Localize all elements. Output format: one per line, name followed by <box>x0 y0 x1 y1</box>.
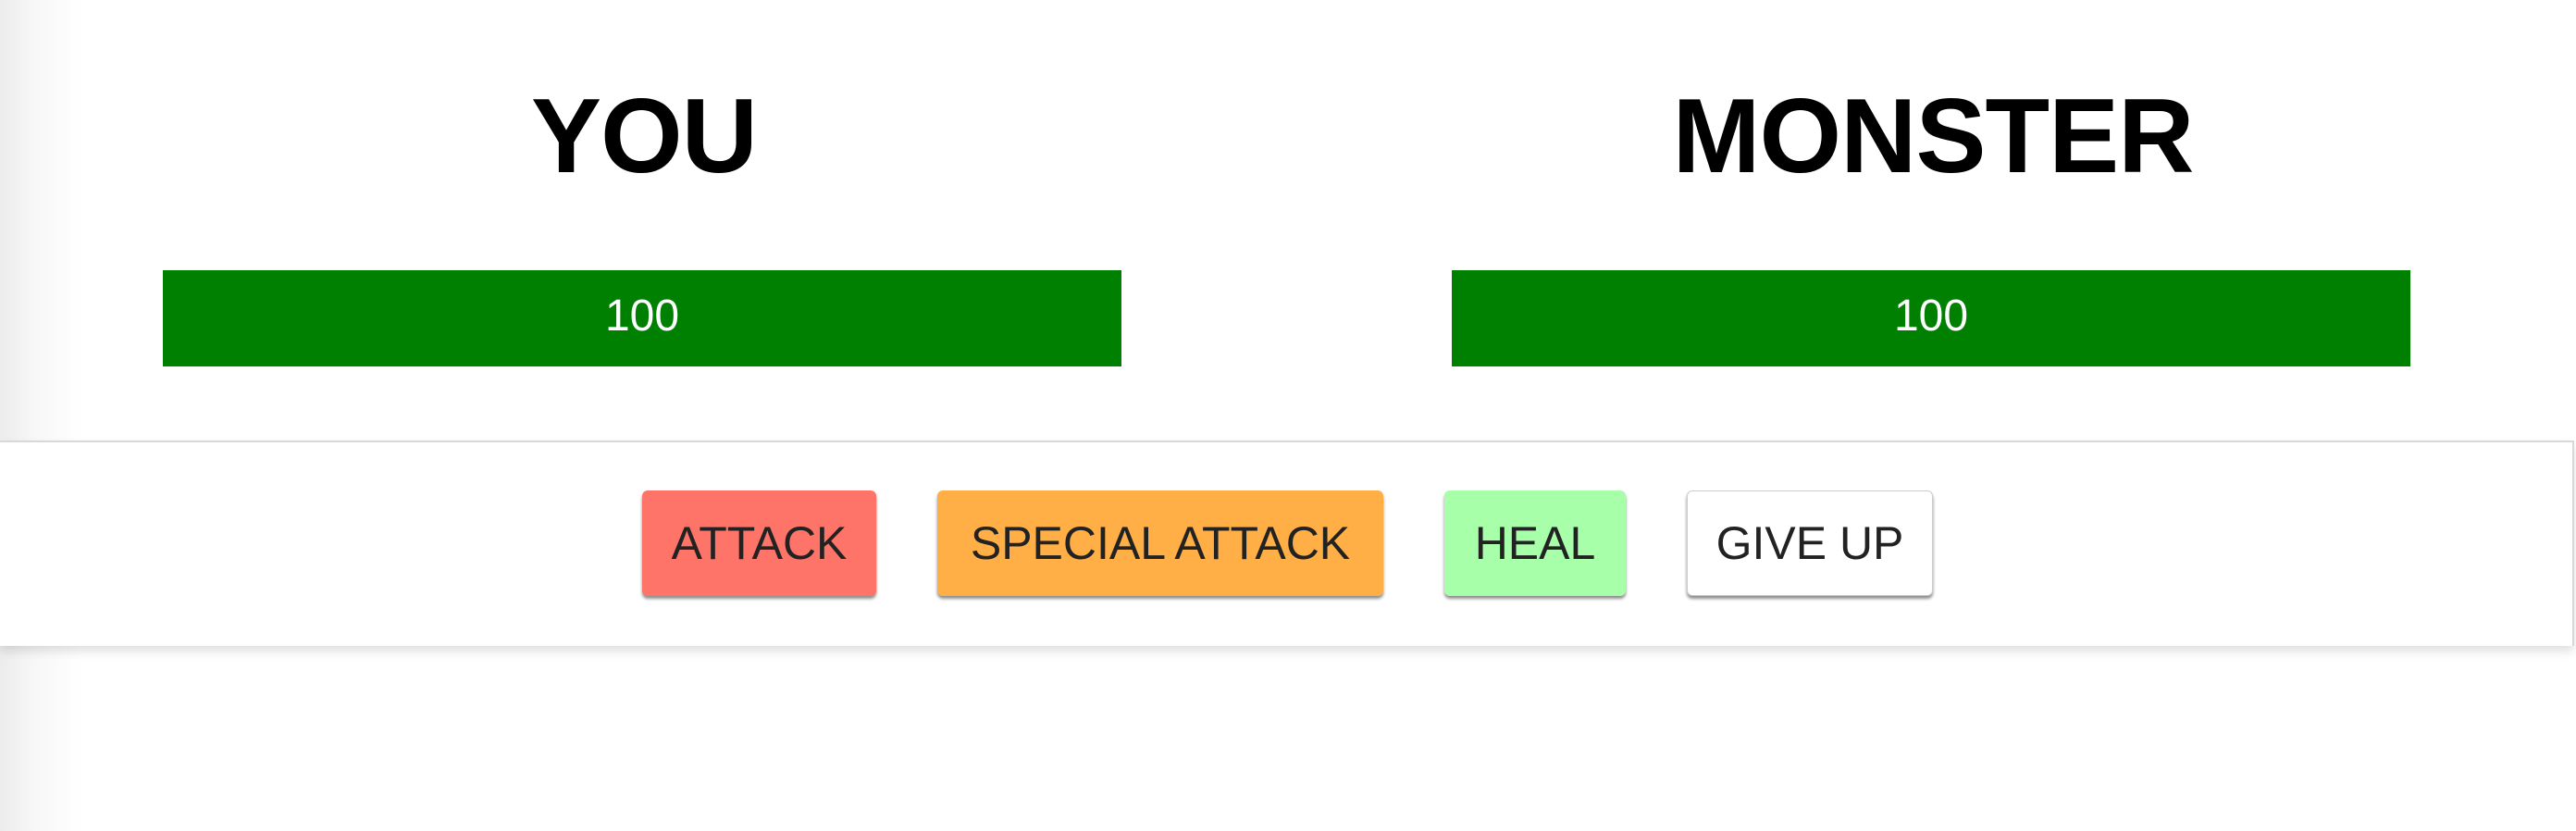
monster-title: MONSTER <box>1672 78 2195 195</box>
player-healthbar-fill: 100 <box>163 270 1121 366</box>
monster-healthbar: 100 <box>1452 270 2410 366</box>
player-title: YOU <box>530 78 758 195</box>
monster-health-value: 100 <box>1893 291 1969 341</box>
give-up-button[interactable]: GIVE UP <box>1687 490 1933 596</box>
special-attack-button[interactable]: SPECIAL ATTACK <box>937 490 1383 596</box>
controls-panel: ATTACK SPECIAL ATTACK HEAL GIVE UP <box>0 440 2574 646</box>
player-healthbar: 100 <box>163 270 1121 366</box>
monster-healthbar-fill: 100 <box>1452 270 2410 366</box>
game-page: YOU 100 MONSTER 100 ATTACK SPECIAL ATTAC… <box>0 0 2576 831</box>
attack-button[interactable]: ATTACK <box>642 490 876 596</box>
player-health-value: 100 <box>604 291 680 341</box>
heal-button[interactable]: HEAL <box>1444 490 1626 596</box>
